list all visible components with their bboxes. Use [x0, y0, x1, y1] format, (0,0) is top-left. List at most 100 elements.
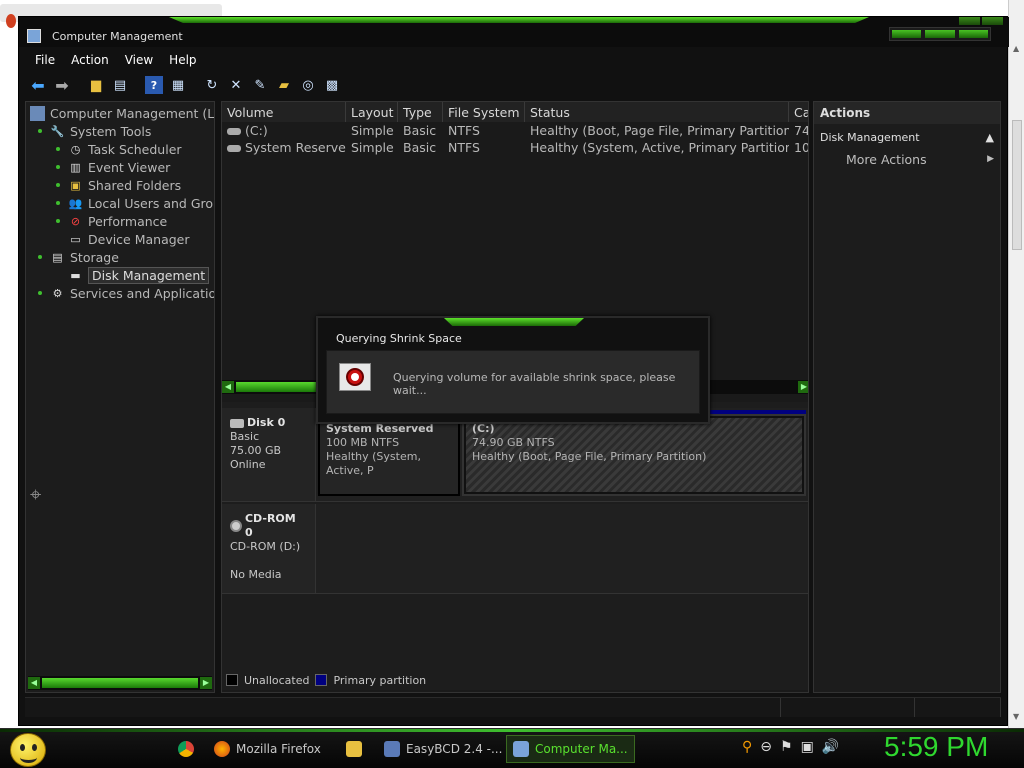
action-group-disk-management[interactable]: Disk Management ▲: [814, 126, 1000, 148]
scroll-up-icon[interactable]: ▲: [1013, 44, 1019, 53]
browser-left-strip: [0, 14, 18, 728]
col-volume[interactable]: Volume: [222, 102, 346, 122]
export-icon[interactable]: ✎: [251, 76, 269, 94]
cd-rom-icon: [230, 520, 242, 532]
expand-bullet-icon[interactable]: [56, 219, 60, 223]
scroll-thumb[interactable]: [1012, 120, 1022, 250]
system-tray: ⚲ ⊖ ⚑ ▣ 🔊: [742, 739, 839, 755]
expand-bullet-icon[interactable]: [56, 201, 60, 205]
partition-status: Healthy (Boot, Page File, Primary Partit…: [472, 450, 707, 463]
expand-bullet-icon[interactable]: [56, 183, 60, 187]
tree-item-disk-management[interactable]: ▬ Disk Management: [68, 266, 210, 284]
cdrom-0-info[interactable]: CD-ROM 0 CD-ROM (D:) No Media: [222, 504, 316, 593]
disk-name: Disk 0: [247, 416, 286, 429]
task-firefox[interactable]: Mozilla Firefox: [208, 735, 327, 763]
tree-item-performance[interactable]: ⊘ Performance: [56, 212, 167, 230]
flag-icon[interactable]: ⚑: [780, 739, 793, 755]
maximize-button[interactable]: [925, 30, 955, 38]
menu-file[interactable]: File: [27, 49, 63, 69]
col-status[interactable]: Status: [525, 102, 789, 122]
refresh-icon[interactable]: ↻: [203, 76, 221, 94]
taskbar: Mozilla Firefox EasyBCD 2.4 -... Compute…: [0, 728, 1024, 768]
chrome-icon: [178, 741, 194, 757]
explorer-launcher[interactable]: [340, 735, 368, 763]
task-easybcd[interactable]: EasyBCD 2.4 -...: [378, 735, 508, 763]
querying-shrink-space-dialog: Querying Shrink Space Querying volume fo…: [316, 316, 710, 424]
minimize-button[interactable]: [892, 30, 922, 38]
window-title: Computer Management: [52, 30, 183, 43]
scroll-thumb[interactable]: [42, 678, 198, 688]
cell-file-system: NTFS: [448, 123, 480, 138]
tree-item-shared-folders[interactable]: ▣ Shared Folders: [56, 176, 181, 194]
tree-label: Task Scheduler: [88, 141, 182, 157]
tree-item-task-scheduler[interactable]: ◷ Task Scheduler: [56, 140, 182, 158]
scroll-right-icon[interactable]: ▶: [200, 677, 212, 689]
menu-view[interactable]: View: [117, 49, 161, 69]
users-icon: 👥: [68, 196, 83, 210]
expand-bullet-icon[interactable]: [38, 129, 42, 133]
tree-item-device-manager[interactable]: ▭ Device Manager: [68, 230, 189, 248]
up-folder-icon[interactable]: ▆: [87, 76, 105, 94]
network-icon[interactable]: ▣: [801, 739, 814, 755]
cdrom-0-row[interactable]: CD-ROM 0 CD-ROM (D:) No Media: [222, 504, 808, 594]
volume-icon[interactable]: 🔊: [822, 739, 839, 755]
scroll-left-icon[interactable]: ◀: [28, 677, 40, 689]
tree-root[interactable]: Computer Management (Loc: [30, 104, 214, 122]
scroll-thumb[interactable]: [236, 382, 326, 392]
menu-help[interactable]: Help: [161, 49, 204, 69]
col-capacity[interactable]: Ca: [789, 102, 808, 122]
minus-circle-icon[interactable]: ⊖: [760, 739, 772, 755]
tree-horizontal-scrollbar[interactable]: ◀ ▶: [28, 676, 212, 690]
help-icon[interactable]: ?: [145, 76, 163, 94]
close-button[interactable]: [958, 30, 988, 38]
dialog-body: Querying volume for available shrink spa…: [326, 350, 700, 414]
delete-icon[interactable]: ✕: [227, 76, 245, 94]
col-type[interactable]: Type: [398, 102, 443, 122]
scroll-down-icon[interactable]: ▼: [1013, 712, 1019, 721]
firefox-icon: [6, 14, 16, 28]
expand-bullet-icon[interactable]: [56, 165, 60, 169]
taskbar-clock[interactable]: 5:59 PM: [884, 731, 988, 763]
performance-icon: ⊘: [70, 214, 81, 228]
clock-icon: [339, 363, 371, 391]
tree-item-local-users[interactable]: 👥 Local Users and Grou: [56, 194, 214, 212]
menu-action[interactable]: Action: [63, 49, 117, 69]
more-actions[interactable]: More Actions ▶: [814, 148, 1000, 170]
settings-icon[interactable]: ▩: [323, 76, 341, 94]
partition-system-reserved[interactable]: System Reserved 100 MB NTFS Healthy (Sys…: [318, 414, 460, 496]
partition-c[interactable]: (C:) 74.90 GB NTFS Healthy (Boot, Page F…: [462, 414, 806, 496]
col-file-system[interactable]: File System: [443, 102, 525, 122]
table-row[interactable]: (C:) Simple Basic NTFS Healthy (Boot, Pa…: [222, 122, 808, 139]
tree-item-system-tools[interactable]: 🔧 System Tools: [38, 122, 151, 140]
title-bar[interactable]: Computer Management: [19, 17, 1009, 47]
cell-layout: Simple: [351, 123, 394, 138]
scroll-left-icon[interactable]: ◀: [222, 381, 234, 393]
back-arrow-icon[interactable]: ⬅: [29, 76, 47, 95]
expand-bullet-icon[interactable]: [38, 291, 42, 295]
properties-icon[interactable]: ▦: [169, 76, 187, 94]
task-computer-management[interactable]: Computer Ma...: [506, 735, 635, 763]
dialog-title[interactable]: Querying Shrink Space: [336, 332, 462, 345]
show-hide-tree-icon[interactable]: ▤: [111, 76, 129, 94]
start-button[interactable]: [10, 733, 46, 767]
browser-scrollbar[interactable]: ▲ ▼: [1008, 0, 1024, 728]
window-controls[interactable]: [889, 27, 991, 41]
table-row[interactable]: System Reserved Simple Basic NTFS Health…: [222, 139, 808, 156]
action-group-label: Disk Management: [820, 130, 920, 144]
tree-item-event-viewer[interactable]: ▥ Event Viewer: [56, 158, 170, 176]
chrome-launcher[interactable]: [172, 735, 200, 763]
collapse-arrow-icon[interactable]: ▲: [986, 131, 994, 144]
col-layout[interactable]: Layout: [346, 102, 398, 122]
disk-0-info[interactable]: Disk 0 Basic 75.00 GB Online: [222, 408, 316, 501]
forward-arrow-icon[interactable]: ➡: [53, 76, 71, 95]
search-icon[interactable]: ◎: [299, 76, 317, 94]
open-icon[interactable]: ▰: [275, 76, 293, 94]
expand-bullet-icon[interactable]: [56, 147, 60, 151]
search-icon[interactable]: ⚲: [742, 739, 752, 755]
expand-bullet-icon[interactable]: [38, 255, 42, 259]
tree-item-storage[interactable]: ▤ Storage: [38, 248, 119, 266]
tree-label: Shared Folders: [88, 177, 182, 193]
tree-item-services[interactable]: ⚙ Services and Applications: [38, 284, 214, 302]
busy-cursor-icon: ⌖: [30, 482, 42, 506]
scroll-right-icon[interactable]: ▶: [798, 381, 808, 393]
